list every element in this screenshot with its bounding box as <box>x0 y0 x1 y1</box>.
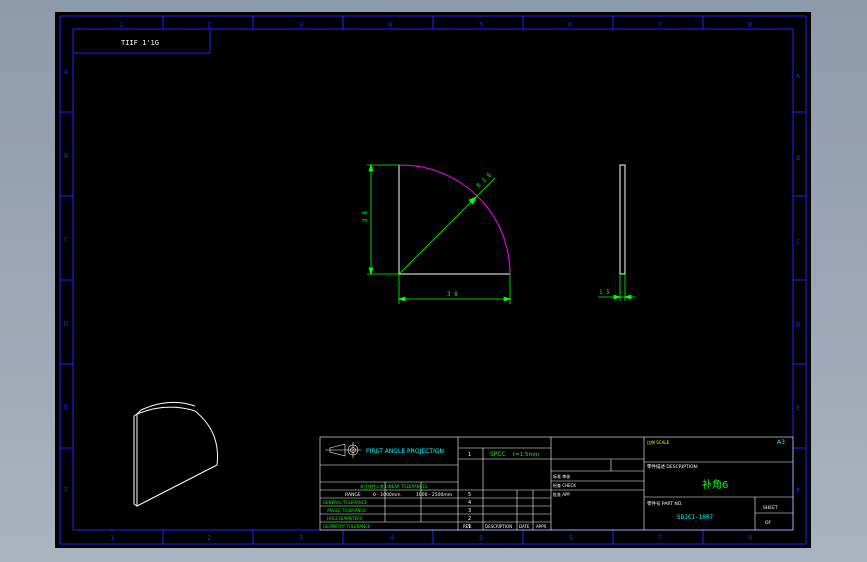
revision-number: 4 <box>468 500 471 506</box>
projection-symbol <box>325 442 361 458</box>
row-labels-left: A B C D E F <box>64 68 69 494</box>
row-label: C <box>796 238 800 246</box>
col-label: 2 <box>207 21 211 29</box>
material-spec: SPCC <box>490 451 506 458</box>
dim-arrow <box>623 294 632 300</box>
material-row-number: 1 <box>468 452 471 458</box>
revision-header: REV. <box>463 524 472 529</box>
revision-header: APPR. <box>536 524 547 529</box>
row-label: B <box>796 154 800 162</box>
tolerance-header: 未注线性公差 LINEAR TOLERANCES <box>360 483 428 489</box>
part-name: 补角6 <box>702 478 728 491</box>
cad-application-window: 1 2 3 4 5 6 7 8 1 2 3 4 5 6 7 8 A B C D … <box>0 0 867 562</box>
col-label: 5 <box>479 534 483 542</box>
thickness-dimension-text: 1 5 <box>599 289 610 296</box>
range-1: 0 - 1000mm <box>373 492 401 498</box>
approval-label: 标准 审核 <box>553 473 570 479</box>
dim-arrow <box>503 296 512 302</box>
row-label: A <box>64 68 69 76</box>
col-label: 5 <box>479 21 483 29</box>
drawing-canvas[interactable]: 1 2 3 4 5 6 7 8 1 2 3 4 5 6 7 8 A B C D … <box>55 12 811 548</box>
thickness-spec: t=1.5mm <box>513 452 539 458</box>
thickness-dimension[interactable] <box>598 274 635 301</box>
part-no-label: 零件号 PART NO. <box>647 500 683 507</box>
row-labels-right: A B C D E F <box>796 72 801 495</box>
scale-label: 比例 SCALE <box>647 439 670 445</box>
dim-arrow <box>368 267 374 276</box>
revision-number: 5 <box>468 492 471 498</box>
general-tolerance-label: GENERAL TOLERANCE <box>323 500 367 505</box>
row-label: C <box>64 236 68 244</box>
col-label: 3 <box>299 21 303 29</box>
col-label: 4 <box>388 21 392 29</box>
col-label: 6 <box>569 534 573 542</box>
column-labels-bottom: 1 2 3 4 5 6 7 8 <box>110 534 752 542</box>
approval-label: 检查 CHECK <box>553 482 576 488</box>
drawing-viewport[interactable]: 1 2 3 4 5 6 7 8 1 2 3 4 5 6 7 8 A B C D … <box>55 12 811 548</box>
revision-number: 3 <box>468 508 471 514</box>
row-label: E <box>64 403 68 411</box>
revision-header: DATE <box>519 524 530 529</box>
dim-arrow <box>397 296 406 302</box>
width-dimension-text: 3 8 <box>447 291 458 298</box>
col-label: 3 <box>299 534 303 542</box>
col-label: 1 <box>110 534 114 542</box>
col-label: 4 <box>390 534 394 542</box>
row-label: E <box>796 404 800 412</box>
part-no: SDJC1-1007 <box>677 514 714 521</box>
revision-header: DESCRIPTION <box>485 524 512 529</box>
col-label: 8 <box>748 21 752 29</box>
col-label: 8 <box>748 534 752 542</box>
of-label: OF <box>765 520 772 526</box>
row-label: A <box>796 72 801 80</box>
isometric-view[interactable] <box>133 401 219 507</box>
iso-front-face <box>136 406 219 507</box>
revision-number: 2 <box>468 516 471 522</box>
approval-label: 批准 APP <box>553 491 570 497</box>
hole-tolerance-label: HOLE DIAMETERS <box>327 516 363 521</box>
projection-text: FIRST ANGLE PROJECTION <box>366 448 444 455</box>
width-dimension[interactable] <box>397 274 512 304</box>
row-label: F <box>64 486 68 494</box>
col-label: 7 <box>658 21 662 29</box>
side-view-plate <box>619 164 626 275</box>
col-label: 2 <box>207 534 211 542</box>
row-label: D <box>64 320 68 328</box>
range-label: RANGE <box>345 492 361 498</box>
col-label: 1 <box>119 21 123 29</box>
row-label: D <box>796 321 800 329</box>
radius-dimension-text: R 1 6 <box>475 171 493 189</box>
dim-arrow <box>613 294 622 300</box>
col-label: 6 <box>568 21 572 29</box>
angle-tolerance-label: ANGLE TOLERANCE <box>327 508 366 513</box>
radius-leader <box>398 177 496 275</box>
corner-title-text: TIIF 1'1G <box>121 39 159 47</box>
row-label: F <box>796 487 800 495</box>
description-label: 零件描述 DESCRIPTION: <box>647 463 698 470</box>
row-label: B <box>64 152 68 160</box>
col-label: 7 <box>658 534 662 542</box>
range-2: 1000 - 2500mm <box>416 492 452 498</box>
radius-dimension[interactable] <box>398 177 496 275</box>
height-dimension-text: 3 8 <box>362 211 369 222</box>
geometry-tolerance-label: GEOMETRY TOLERANCE <box>323 524 371 529</box>
column-labels-top: 1 2 3 4 5 6 7 8 <box>119 21 752 29</box>
sheet-size: A3 <box>777 439 785 446</box>
side-view[interactable] <box>619 164 626 275</box>
height-dimension[interactable] <box>367 163 399 276</box>
dim-arrow <box>368 163 374 172</box>
sheet-label: SHEET <box>763 505 778 511</box>
